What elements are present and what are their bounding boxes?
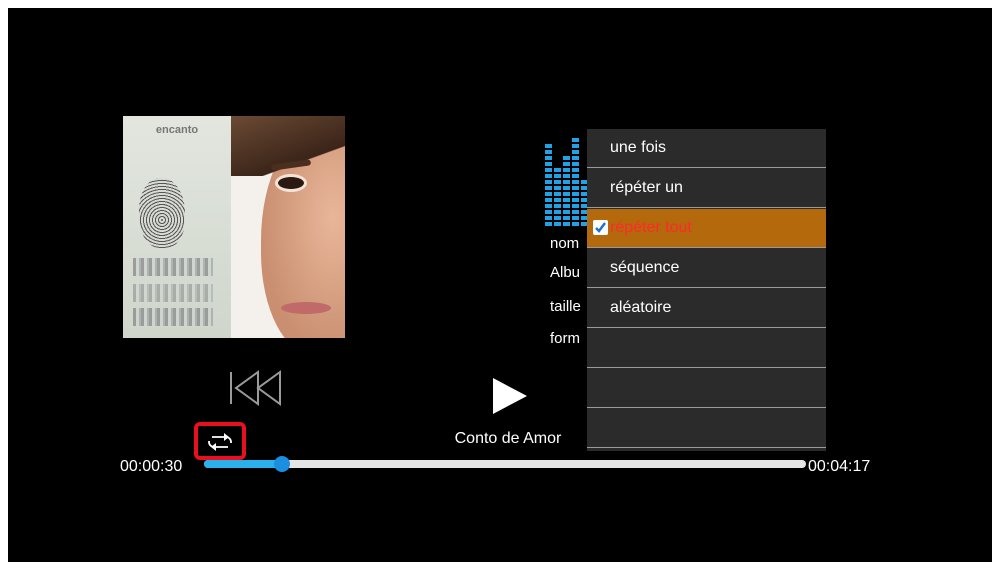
media-player-screen: encanto Conto de Amor 00:00:30 00:04:17 … <box>8 8 992 562</box>
time-elapsed: 00:00:30 <box>120 458 183 475</box>
menu-item-repeter-un[interactable]: répéter un <box>587 169 826 208</box>
album-art-document: encanto <box>123 116 233 338</box>
menu-item-empty[interactable] <box>587 329 826 368</box>
info-size-label: taille <box>550 298 581 315</box>
menu-item-repeter-tout[interactable]: répéter tout <box>587 209 826 248</box>
seek-bar[interactable] <box>204 456 806 472</box>
checkbox-checked-icon <box>593 220 608 235</box>
menu-item-label: répéter tout <box>610 219 692 236</box>
album-art-text: encanto <box>129 124 225 136</box>
face-image <box>231 116 345 338</box>
menu-item-label: séquence <box>610 259 680 276</box>
menu-item-empty[interactable] <box>587 369 826 408</box>
equalizer-bar <box>572 138 579 226</box>
equalizer-bar <box>545 144 552 226</box>
menu-item-une-fois[interactable]: une fois <box>587 129 826 168</box>
menu-item-aleatoire[interactable]: aléatoire <box>587 289 826 328</box>
info-format-label: form <box>550 330 580 347</box>
menu-item-sequence[interactable]: séquence <box>587 249 826 288</box>
stamp-image <box>133 308 213 326</box>
time-total: 00:04:17 <box>808 458 871 475</box>
previous-icon <box>230 370 281 406</box>
song-title: Conto de Amor <box>454 430 562 447</box>
equalizer-bar <box>563 156 570 226</box>
repeat-mode-menu: une fois répéter un répéter tout séquenc… <box>587 129 826 451</box>
stamp-image <box>133 258 213 276</box>
play-icon <box>493 378 527 414</box>
info-album-label: Albu <box>550 264 581 281</box>
album-art: encanto <box>123 116 345 338</box>
repeat-mode-button[interactable] <box>194 422 246 460</box>
equalizer-bar <box>554 168 561 226</box>
album-art-word: encanto <box>155 124 199 136</box>
menu-item-label: une fois <box>610 139 667 156</box>
menu-item-label: répéter un <box>610 179 683 196</box>
menu-item-empty[interactable] <box>587 409 826 448</box>
stamp-image <box>133 284 213 302</box>
info-name-label: nom <box>550 235 580 252</box>
seek-bar-fill <box>204 460 283 468</box>
fingerprint-image <box>139 178 185 248</box>
previous-track-button[interactable] <box>228 370 284 406</box>
repeat-icon <box>208 433 232 451</box>
menu-item-label: aléatoire <box>610 299 672 316</box>
seek-bar-handle[interactable] <box>274 456 291 472</box>
play-button[interactable] <box>491 376 531 416</box>
